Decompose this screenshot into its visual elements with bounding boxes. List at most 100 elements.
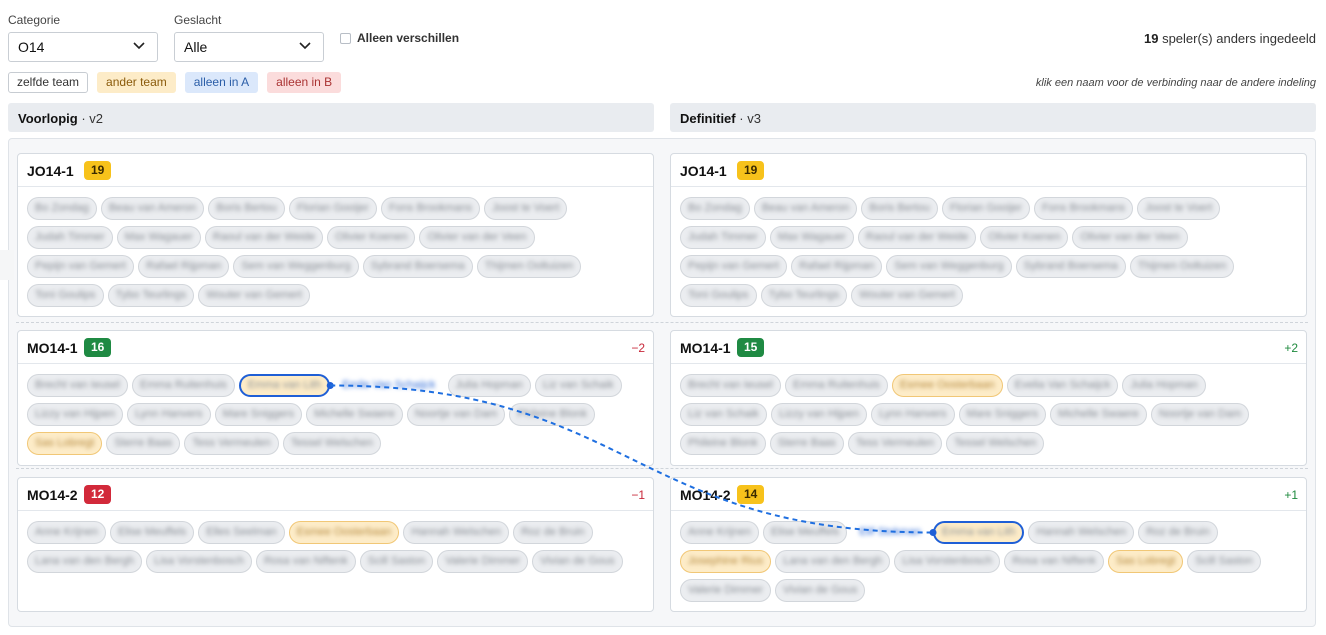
- gender-select[interactable]: Alle: [174, 32, 324, 62]
- player-chip[interactable]: Lisa Vorstenbosch: [146, 550, 252, 573]
- player-chip[interactable]: Vivian de Gous: [532, 550, 623, 573]
- player-chip[interactable]: Lisa Vorstenbosch: [894, 550, 1001, 573]
- player-chip[interactable]: Elise Meuffels: [110, 521, 195, 544]
- player-chip[interactable]: Tess Vermeulen: [184, 432, 279, 455]
- player-chip[interactable]: Max Wagauer: [116, 226, 201, 249]
- player-chip[interactable]: Judah Timmer: [680, 226, 766, 249]
- player-chip[interactable]: Valerie Dimmer: [680, 579, 771, 602]
- player-chip[interactable]: Tessel Welschen: [282, 432, 382, 455]
- player-chip[interactable]: Boris Bertou: [861, 197, 938, 220]
- player-chip[interactable]: Michelle Swaere: [306, 403, 403, 426]
- player-chip[interactable]: Rosa van Niftenk: [1004, 550, 1104, 573]
- player-chip[interactable]: Esmee Oosterbaan: [288, 521, 400, 544]
- player-chip[interactable]: Lizzy van Hijpen: [770, 403, 868, 426]
- player-chip[interactable]: Bo Zondag: [680, 197, 750, 220]
- player-name: Tessel Welschen: [290, 437, 374, 449]
- player-chip[interactable]: Evelia Van Schaijck: [1006, 374, 1119, 397]
- player-chip[interactable]: Rosa van Niftenk: [255, 550, 356, 573]
- player-chip[interactable]: Florian Gooijer: [941, 197, 1030, 220]
- player-chip[interactable]: Scill Saston: [359, 550, 434, 573]
- player-chip[interactable]: Lynn Hanvers: [871, 403, 955, 426]
- player-chip[interactable]: Toni Goulips: [680, 284, 757, 307]
- player-chip[interactable]: Elise Meuffels: [763, 521, 848, 544]
- player-chip[interactable]: Max Wagauer: [769, 226, 854, 249]
- player-chip[interactable]: Esmee Oosterbaan: [891, 374, 1003, 397]
- player-chip[interactable]: Brecht van Ieusel: [680, 374, 781, 397]
- player-chip[interactable]: Julia Hopman: [1122, 374, 1206, 397]
- player-chip[interactable]: Olivier Koenen: [980, 226, 1069, 249]
- player-chip[interactable]: Lynn Hanvers: [127, 403, 211, 426]
- player-chip[interactable]: Hannah Welschen: [403, 521, 510, 544]
- player-chip[interactable]: Pepijn van Gemert: [680, 255, 788, 278]
- player-chip[interactable]: Emma van Lith: [933, 521, 1025, 544]
- player-chip[interactable]: Sas Lobregt: [27, 432, 103, 455]
- player-chip[interactable]: Anne Krijnen: [680, 521, 759, 544]
- player-chip[interactable]: Michelle Swaere: [1050, 403, 1147, 426]
- player-chip[interactable]: Valerie Dimmer: [437, 550, 529, 573]
- player-chip[interactable]: Lizzy van Hijpen: [27, 403, 124, 426]
- category-select[interactable]: O14: [8, 32, 158, 62]
- player-chip[interactable]: Noortje van Dam: [406, 403, 506, 426]
- player-chip[interactable]: Sybrand Boersema: [1015, 255, 1126, 278]
- player-chip[interactable]: Liz van Schaik: [680, 403, 767, 426]
- player-chip[interactable]: Julia Hopman: [447, 374, 531, 397]
- player-chip[interactable]: Liz van Schaik: [534, 374, 622, 397]
- player-chip[interactable]: Lana van den Bergh: [775, 550, 891, 573]
- player-chip[interactable]: Tess Vermeulen: [847, 432, 943, 455]
- player-chip[interactable]: Thijmen Ooltuizen: [476, 255, 582, 278]
- player-chip[interactable]: Mare Sniggers: [214, 403, 303, 426]
- player-chip[interactable]: Sybrand Boersema: [362, 255, 473, 278]
- player-chip[interactable]: Noortje van Dam: [1150, 403, 1250, 426]
- player-chip[interactable]: Emile Van Schaijck: [334, 374, 444, 397]
- player-chip[interactable]: Fons Brookmans: [1033, 197, 1134, 220]
- only-differences-checkbox[interactable]: [340, 32, 351, 44]
- player-chip[interactable]: Joost te Voert: [1137, 197, 1221, 220]
- player-chip[interactable]: Toni Goulips: [27, 284, 104, 307]
- player-chip[interactable]: Elif Stokman: [851, 521, 930, 544]
- player-chip[interactable]: Joost te Voert: [484, 197, 568, 220]
- player-chip[interactable]: Brecht van Ieusel: [27, 374, 128, 397]
- player-chip[interactable]: Rafael Rijpman: [138, 255, 230, 278]
- player-chip[interactable]: Phileine Blonk: [509, 403, 596, 426]
- player-chip[interactable]: Elles Seelman: [198, 521, 285, 544]
- player-chip[interactable]: Mare Sniggers: [958, 403, 1047, 426]
- player-chip[interactable]: Emma van Lith: [238, 374, 331, 397]
- player-chip[interactable]: Rafael Rijpman: [791, 255, 883, 278]
- player-chip[interactable]: Beau van Ameron: [753, 197, 858, 220]
- player-chip[interactable]: Olivier Koenen: [327, 226, 416, 249]
- player-chip[interactable]: Emma Ruitenhuis: [785, 374, 888, 397]
- player-chip[interactable]: Sem van Weggenburg: [886, 255, 1012, 278]
- player-chip[interactable]: Hannah Welschen: [1028, 521, 1135, 544]
- player-chip[interactable]: Tessel Welschen: [946, 432, 1045, 455]
- player-chip[interactable]: Fons Brookmans: [380, 197, 481, 220]
- player-chip[interactable]: Roz de Bruin: [1138, 521, 1218, 544]
- player-chip[interactable]: Judah Timmer: [27, 226, 113, 249]
- player-chip[interactable]: Scill Saston: [1187, 550, 1261, 573]
- player-chip[interactable]: Raoul van der Weide: [204, 226, 324, 249]
- player-chip[interactable]: Olivier van der Veen: [419, 226, 535, 249]
- player-chip[interactable]: Anne Krijnen: [27, 521, 106, 544]
- player-chip[interactable]: Florian Gooijer: [288, 197, 377, 220]
- player-chip[interactable]: Vivian de Gous: [774, 579, 866, 602]
- player-chip[interactable]: Olivier van der Veen: [1072, 226, 1188, 249]
- player-chip[interactable]: Beau van Ameron: [100, 197, 205, 220]
- player-chip[interactable]: Boris Bertou: [208, 197, 285, 220]
- player-chip[interactable]: Wouter van Gemert: [851, 284, 964, 307]
- player-chip[interactable]: Sterre Baas: [769, 432, 844, 455]
- player-chip[interactable]: Wouter van Gemert: [198, 284, 311, 307]
- player-chip[interactable]: Phileine Blonk: [680, 432, 766, 455]
- player-chip[interactable]: Thijmen Ooltuizen: [1129, 255, 1235, 278]
- player-chip[interactable]: Bo Zondag: [27, 197, 97, 220]
- player-chip[interactable]: Tybo Teurlings: [107, 284, 195, 307]
- player-chip[interactable]: Pepijn van Gemert: [27, 255, 135, 278]
- player-chip[interactable]: Josephine Rius: [680, 550, 772, 573]
- player-chip[interactable]: Raoul van der Weide: [857, 226, 977, 249]
- player-chip[interactable]: Roz de Bruin: [513, 521, 593, 544]
- player-chip[interactable]: Lana van den Bergh: [27, 550, 143, 573]
- player-chip[interactable]: Tybo Teurlings: [760, 284, 848, 307]
- player-chip[interactable]: Emma Ruitenhuis: [132, 374, 235, 397]
- player-chip[interactable]: Sterre Baas: [106, 432, 181, 455]
- player-chip[interactable]: Sas Lobregt: [1107, 550, 1184, 573]
- player-chip[interactable]: Sem van Weggenburg: [233, 255, 359, 278]
- only-differences-toggle[interactable]: Alleen verschillen: [340, 31, 459, 45]
